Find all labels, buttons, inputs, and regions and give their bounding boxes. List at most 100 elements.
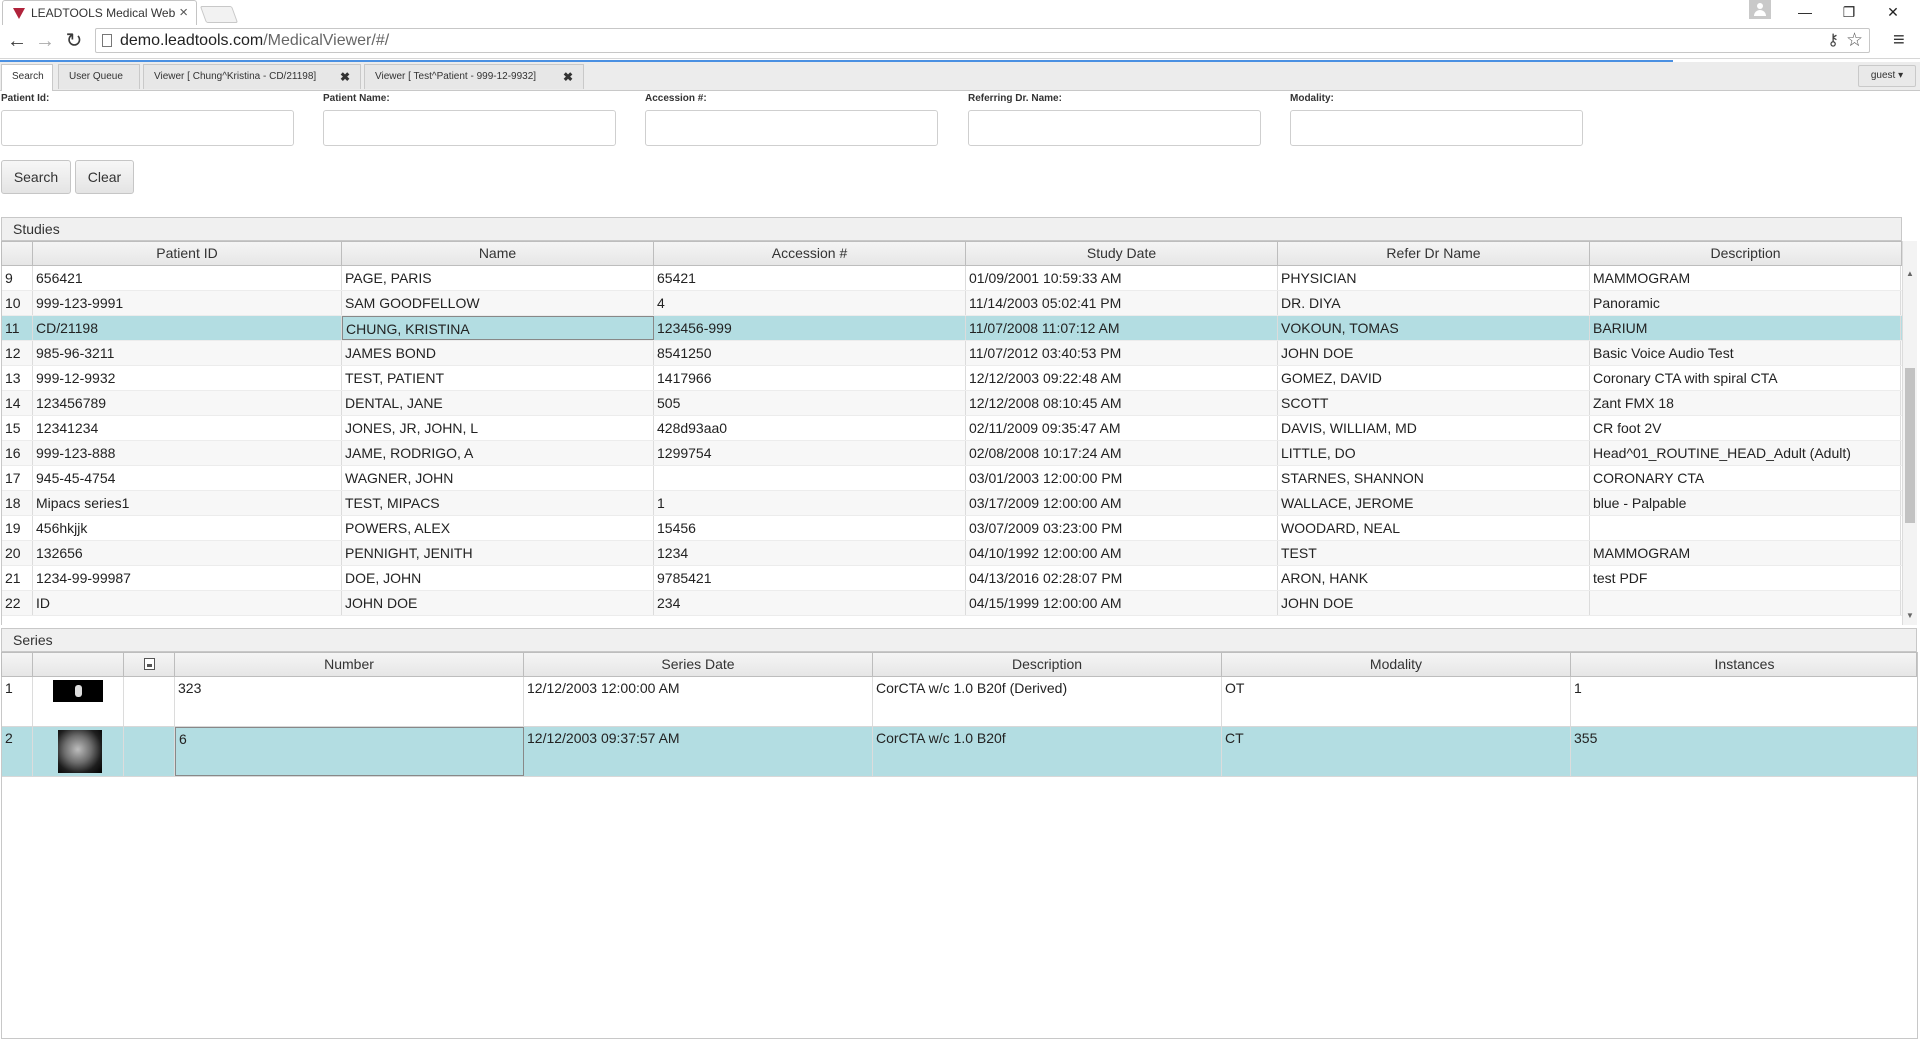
restore-icon[interactable]: ❐ — [1827, 0, 1871, 25]
series-row[interactable]: 1 323 12/12/2003 12:00:00 AM CorCTA w/c 1.0… — [2, 677, 1917, 727]
series-header-index[interactable] — [2, 653, 33, 676]
study-cell-description: Head^01_ROUTINE_HEAD_Adult (Adult) — [1590, 441, 1901, 465]
study-row[interactable]: 9 656421 PAGE, PARIS 65421 01/09/2001 10:59:… — [2, 266, 1902, 291]
study-row[interactable]: 19 456hkjjk POWERS, ALEX 15456 03/07/2009 03… — [2, 516, 1902, 541]
url-text[interactable]: demo.leadtools.com/MedicalViewer/#/ — [120, 32, 389, 50]
study-cell-patient-name: TEST, MIPACS — [342, 491, 654, 515]
clear-button[interactable]: Clear — [75, 160, 134, 194]
series-header-series-date[interactable]: Series Date — [524, 653, 873, 676]
tab-viewer-test[interactable]: Viewer [ Test^Patient - 999-12-9932] ✖ — [364, 64, 584, 89]
study-cell-patient-id: 123456789 — [33, 391, 342, 415]
study-cell-study-date: 11/07/2008 11:07:12 AM — [966, 316, 1278, 340]
study-cell-accession: 4 — [654, 291, 966, 315]
study-cell-description — [1590, 591, 1901, 615]
study-row[interactable]: 18 Mipacs series1 TEST, MIPACS 1 03/17/2009 … — [2, 491, 1902, 516]
minimize-icon[interactable]: — — [1783, 0, 1827, 25]
study-cell-study-date: 11/07/2012 03:40:53 PM — [966, 341, 1278, 365]
study-cell-study-date: 04/10/1992 12:00:00 AM — [966, 541, 1278, 565]
studies-header-index[interactable] — [2, 242, 33, 265]
study-row[interactable]: 22 ID JOHN DOE 234 04/15/1999 12:00:00 AM JOH… — [2, 591, 1902, 616]
tab-user-queue[interactable]: User Queue — [58, 64, 140, 89]
tab-viewer-test-close-icon[interactable]: ✖ — [563, 66, 573, 89]
study-row[interactable]: 17 945-45-4754 WAGNER, JOHN 03/01/2003 12:0… — [2, 466, 1902, 491]
series-header-modality[interactable]: Modality — [1222, 653, 1571, 676]
series-row[interactable]: 2 6 12/12/2003 09:37:57 AM CorCTA w/c 1.0 B… — [2, 727, 1917, 777]
studies-header-description[interactable]: Description — [1590, 242, 1901, 265]
studies-scroll-thumb[interactable] — [1905, 368, 1915, 523]
patient-id-input[interactable] — [1, 110, 294, 146]
series-thumbnail-image[interactable] — [53, 680, 103, 702]
study-cell-study-date: 03/01/2003 12:00:00 PM — [966, 466, 1278, 490]
study-cell-accession: 234 — [654, 591, 966, 615]
study-cell-patient-name: JAMES BOND — [342, 341, 654, 365]
modality-input[interactable] — [1290, 110, 1583, 146]
forward-icon[interactable]: → — [33, 29, 57, 53]
study-row[interactable]: 11 CD/21198 CHUNG, KRISTINA 123456-999 11/07… — [2, 316, 1902, 341]
bookmark-star-icon[interactable]: ☆ — [1846, 29, 1863, 52]
patient-name-input[interactable] — [323, 110, 616, 146]
series-thumbnail-image[interactable] — [58, 730, 102, 773]
search-button[interactable]: Search — [1, 160, 71, 194]
series-header-number[interactable]: Number — [175, 653, 524, 676]
series-bottom-border — [1, 1038, 1917, 1039]
key-icon[interactable]: ⚷ — [1827, 30, 1839, 50]
study-row[interactable]: 10 999-123-9991 SAM GOODFELLOW 4 11/14/2003 … — [2, 291, 1902, 316]
browser-tab-close-icon[interactable]: × — [179, 5, 188, 20]
series-cell-series-date: 12/12/2003 12:00:00 AM — [524, 677, 873, 726]
series-cell-thumbnail — [33, 727, 124, 776]
study-cell-row-index: 16 — [2, 441, 33, 465]
study-cell-study-date: 04/13/2016 02:28:07 PM — [966, 566, 1278, 590]
back-icon[interactable]: ← — [5, 29, 29, 53]
tab-search[interactable]: Search — [1, 64, 53, 91]
browser-tab[interactable]: LEADTOOLS Medical Web × — [2, 0, 197, 25]
referring-dr-input[interactable] — [968, 110, 1261, 146]
studies-header-refer-dr[interactable]: Refer Dr Name — [1278, 242, 1590, 265]
study-cell-patient-id: 656421 — [33, 266, 342, 290]
series-header: Number Series Date Description Modality … — [1, 652, 1917, 677]
study-cell-row-index: 17 — [2, 466, 33, 490]
studies-header-accession[interactable]: Accession # — [654, 242, 966, 265]
study-cell-accession: 1234 — [654, 541, 966, 565]
series-header-description[interactable]: Description — [873, 653, 1222, 676]
studies-header: Patient ID Name Accession # Study Date R… — [1, 241, 1902, 266]
series-header-instances[interactable]: Instances — [1571, 653, 1918, 676]
accession-input[interactable] — [645, 110, 938, 146]
studies-scrollbar[interactable]: ▲ ▼ — [1902, 241, 1917, 625]
scroll-down-icon[interactable]: ▼ — [1903, 609, 1917, 623]
series-header-image-col[interactable] — [124, 653, 175, 676]
tab-viewer-chung[interactable]: Viewer [ Chung^Kristina - CD/21198] ✖ — [143, 64, 361, 89]
profile-icon[interactable] — [1749, 0, 1771, 19]
series-cell-modality: CT — [1222, 727, 1571, 776]
studies-header-patient-id[interactable]: Patient ID — [33, 242, 342, 265]
study-cell-accession — [654, 466, 966, 490]
study-cell-study-date: 03/07/2009 03:23:00 PM — [966, 516, 1278, 540]
studies-header-study-date[interactable]: Study Date — [966, 242, 1278, 265]
study-row[interactable]: 16 999-123-888 JAME, RODRIGO, A 1299754 02/0… — [2, 441, 1902, 466]
study-cell-patient-id: 12341234 — [33, 416, 342, 440]
user-menu-button[interactable]: guest ▾ — [1858, 65, 1916, 87]
study-cell-patient-name: POWERS, ALEX — [342, 516, 654, 540]
address-bar[interactable]: demo.leadtools.com/MedicalViewer/#/ ⚷ ☆ — [95, 28, 1870, 53]
study-cell-refer-dr: SCOTT — [1278, 391, 1590, 415]
new-tab-button[interactable] — [199, 6, 239, 23]
study-row[interactable]: 13 999-12-9932 TEST, PATIENT 1417966 12/12/2… — [2, 366, 1902, 391]
window-close-icon[interactable]: ✕ — [1871, 0, 1915, 25]
study-cell-refer-dr: JOHN DOE — [1278, 591, 1590, 615]
image-icon — [143, 658, 155, 670]
study-row[interactable]: 12 985-96-3211 JAMES BOND 8541250 11/07/2012… — [2, 341, 1902, 366]
studies-header-name[interactable]: Name — [342, 242, 654, 265]
study-row[interactable]: 15 12341234 JONES, JR, JOHN, L 428d93aa0 02/… — [2, 416, 1902, 441]
reload-icon[interactable]: ↻ — [62, 29, 86, 53]
study-row[interactable]: 14 123456789 DENTAL, JANE 505 12/12/2008 08:… — [2, 391, 1902, 416]
study-row[interactable]: 20 132656 PENNIGHT, JENITH 1234 04/10/1992 1… — [2, 541, 1902, 566]
tab-viewer-chung-close-icon[interactable]: ✖ — [340, 66, 350, 89]
studies-grid-body: 9 656421 PAGE, PARIS 65421 01/09/2001 10:59:… — [1, 266, 1902, 625]
study-cell-row-index: 12 — [2, 341, 33, 365]
browser-menu-icon[interactable]: ≡ — [1893, 29, 1905, 52]
study-cell-patient-name: SAM GOODFELLOW — [342, 291, 654, 315]
study-cell-accession: 9785421 — [654, 566, 966, 590]
study-cell-row-index: 21 — [2, 566, 33, 590]
study-cell-row-index: 18 — [2, 491, 33, 515]
study-row[interactable]: 21 1234-99-99987 DOE, JOHN 9785421 04/13/201… — [2, 566, 1902, 591]
scroll-up-icon[interactable]: ▲ — [1903, 267, 1917, 281]
